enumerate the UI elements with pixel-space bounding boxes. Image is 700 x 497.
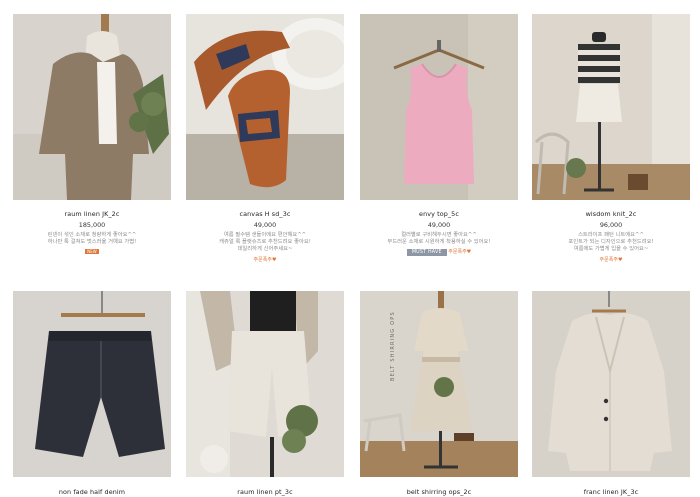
recommend-tag: 주문폭주♥ xyxy=(253,256,277,263)
product-description: 린넨이 섞인 소재로 청량하게 좋아요^^ 하나만 툭 걸쳐도 멋스러울 거예요… xyxy=(47,232,137,246)
product-grid: raum linen JK_2c 185,000 린넨이 섞인 소재로 청량하게… xyxy=(0,0,700,497)
belted-dress-icon xyxy=(360,291,518,477)
product-price: 96,000 xyxy=(599,221,623,229)
sandals-icon xyxy=(186,14,344,200)
product-name[interactable]: canvas H sd_3c xyxy=(186,210,344,219)
new-badge: NEW xyxy=(85,249,99,255)
denim-shorts-icon xyxy=(13,291,171,477)
product-image-linen-pants[interactable] xyxy=(186,291,344,477)
product-description: 스트라이프 패턴 니트에요^^ 포인트가 되는 디자인으로 추천드려요! 여름에… xyxy=(568,232,654,253)
product-image-linen-jacket[interactable] xyxy=(13,14,171,200)
product-card[interactable]: canvas H sd_3c 49,000 여름 필수템 샌들이에요 편안해요^… xyxy=(186,14,344,264)
recommend-tag: 주문폭주♥ xyxy=(599,256,623,263)
product-overlay-text: BELT SHIRRING OPS xyxy=(390,311,396,381)
product-name[interactable]: non fade half denim xyxy=(13,488,171,497)
product-price: 49,000 xyxy=(427,221,451,229)
product-image-linen-blazer[interactable] xyxy=(532,291,690,477)
product-card[interactable]: non fade half denim xyxy=(13,291,171,497)
must-have-badge: MUST HAVE xyxy=(406,249,447,257)
product-card[interactable]: envy top_5c 49,000 컬러별로 구비해두시면 좋아요^^ 부드러… xyxy=(360,14,518,257)
striped-knit-mannequin-icon xyxy=(532,14,690,200)
product-image-striped-knit[interactable] xyxy=(532,14,690,200)
product-card[interactable]: raum linen pt_3c xyxy=(186,291,344,497)
product-name[interactable]: wisdom knit_2c xyxy=(532,210,690,219)
pink-knit-top-icon xyxy=(360,14,518,200)
linen-pants-icon xyxy=(186,291,344,477)
product-name[interactable]: franc linen JK_3c xyxy=(532,488,690,497)
product-image-pink-top[interactable] xyxy=(360,14,518,200)
linen-blazer-icon xyxy=(532,291,690,477)
product-image-sandals[interactable] xyxy=(186,14,344,200)
product-description: 컬러별로 구비해두시면 좋아요^^ 부드러운 소재로 시원하게 착용하실 수 있… xyxy=(387,232,491,246)
product-name[interactable]: envy top_5c xyxy=(360,210,518,219)
recommend-tag: 주문폭주♥ xyxy=(448,249,472,256)
product-name[interactable]: raum linen JK_2c xyxy=(13,210,171,219)
product-description: 여름 필수템 샌들이에요 편안해요^^ 캐쥬얼 룩 플랫슈즈로 추천드려요 좋아… xyxy=(219,232,311,253)
product-name[interactable]: raum linen pt_3c xyxy=(186,488,344,497)
product-image-denim-shorts[interactable] xyxy=(13,291,171,477)
product-name[interactable]: belt shirring ops_2c xyxy=(360,488,518,497)
linen-jacket-mannequin-icon xyxy=(13,14,171,200)
product-image-belted-dress[interactable]: BELT SHIRRING OPS xyxy=(360,291,518,477)
product-card[interactable]: raum linen JK_2c 185,000 린넨이 섞인 소재로 청량하게… xyxy=(13,14,171,256)
product-price: 185,000 xyxy=(78,221,106,229)
product-card[interactable]: BELT SHIRRING OPS belt shirring ops_2c xyxy=(360,291,518,497)
product-card[interactable]: franc linen JK_3c xyxy=(532,291,690,497)
product-card[interactable]: wisdom knit_2c 96,000 스트라이프 패턴 니트에요^^ 포인… xyxy=(532,14,690,264)
product-price: 49,000 xyxy=(253,221,277,229)
